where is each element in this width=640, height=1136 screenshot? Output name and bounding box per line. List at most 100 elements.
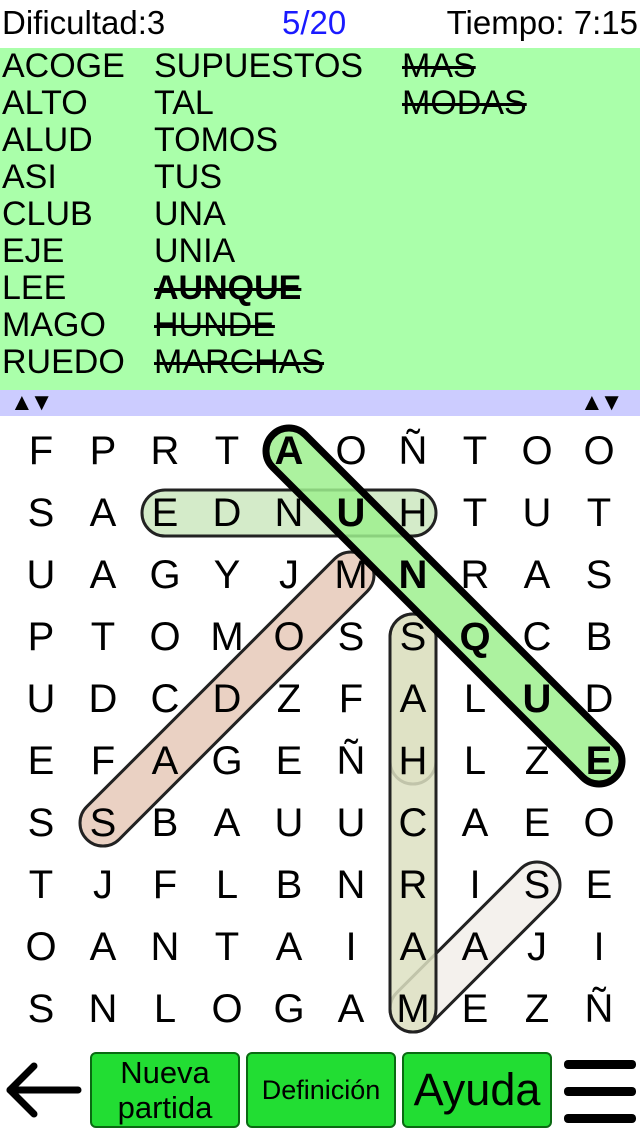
grid-cell[interactable]: N <box>382 544 444 606</box>
help-button[interactable]: Ayuda <box>402 1052 552 1128</box>
grid-cell[interactable]: H <box>382 482 444 544</box>
definition-button[interactable]: Definición <box>246 1052 396 1128</box>
grid-cell[interactable]: F <box>134 854 196 916</box>
grid-cell[interactable]: B <box>134 792 196 854</box>
grid-cell[interactable]: A <box>258 420 320 482</box>
grid-cell[interactable]: T <box>72 606 134 668</box>
grid-cell[interactable]: E <box>506 792 568 854</box>
grid-cell[interactable]: D <box>196 668 258 730</box>
grid-cell[interactable]: R <box>382 854 444 916</box>
grid-cell[interactable]: A <box>196 792 258 854</box>
grid-cell[interactable]: A <box>320 978 382 1040</box>
grid-cell[interactable]: N <box>72 978 134 1040</box>
grid-cell[interactable]: Z <box>506 730 568 792</box>
grid-cell[interactable]: C <box>382 792 444 854</box>
grid-cell[interactable]: Ñ <box>568 978 630 1040</box>
hamburger-menu-icon[interactable] <box>562 1054 638 1130</box>
new-game-button[interactable]: Nueva partida <box>90 1052 240 1128</box>
grid-cell[interactable]: E <box>258 730 320 792</box>
grid-cell[interactable]: E <box>568 730 630 792</box>
grid-cell[interactable]: L <box>134 978 196 1040</box>
grid-cell[interactable]: A <box>72 482 134 544</box>
grid-cell[interactable]: O <box>320 420 382 482</box>
grid-cell[interactable]: L <box>196 854 258 916</box>
grid-cell[interactable]: O <box>134 606 196 668</box>
grid-cell[interactable]: U <box>506 482 568 544</box>
grid-cell[interactable]: U <box>506 668 568 730</box>
grid-cell[interactable]: S <box>382 606 444 668</box>
grid-cell[interactable]: N <box>320 854 382 916</box>
grid-cell[interactable]: E <box>568 854 630 916</box>
grid-cell[interactable]: E <box>444 978 506 1040</box>
grid-cell[interactable]: P <box>72 420 134 482</box>
grid-cell[interactable]: C <box>506 606 568 668</box>
grid-cell[interactable]: I <box>320 916 382 978</box>
grid-cell[interactable]: E <box>134 482 196 544</box>
grid-cell[interactable]: A <box>72 544 134 606</box>
letter-grid[interactable]: FPRTAOÑTOOSAEDNUHTUTUAGYJMNRASPTOMOSSQCB… <box>0 416 640 1046</box>
grid-cell[interactable]: U <box>10 544 72 606</box>
grid-cell[interactable]: U <box>258 792 320 854</box>
grid-cell[interactable]: A <box>134 730 196 792</box>
grid-cell[interactable]: G <box>258 978 320 1040</box>
grid-cell[interactable]: D <box>196 482 258 544</box>
word-list-scrollbar[interactable]: ▲▼ ▲▼ <box>0 390 640 416</box>
grid-cell[interactable]: L <box>444 668 506 730</box>
grid-cell[interactable]: O <box>568 792 630 854</box>
grid-cell[interactable]: T <box>196 916 258 978</box>
grid-cell[interactable]: U <box>320 792 382 854</box>
grid-cell[interactable]: F <box>72 730 134 792</box>
grid-cell[interactable]: E <box>10 730 72 792</box>
grid-cell[interactable]: J <box>72 854 134 916</box>
grid-cell[interactable]: A <box>382 668 444 730</box>
grid-cell[interactable]: O <box>196 978 258 1040</box>
grid-cell[interactable]: B <box>258 854 320 916</box>
grid-cell[interactable]: Q <box>444 606 506 668</box>
grid-cell[interactable]: S <box>320 606 382 668</box>
grid-cell[interactable]: T <box>568 482 630 544</box>
grid-cell[interactable]: A <box>506 544 568 606</box>
grid-cell[interactable]: T <box>444 482 506 544</box>
grid-cell[interactable]: A <box>258 916 320 978</box>
grid-cell[interactable]: A <box>72 916 134 978</box>
grid-cell[interactable]: A <box>382 916 444 978</box>
grid-cell[interactable]: P <box>10 606 72 668</box>
grid-cell[interactable]: S <box>568 544 630 606</box>
grid-cell[interactable]: O <box>258 606 320 668</box>
grid-cell[interactable]: S <box>10 482 72 544</box>
grid-cell[interactable]: S <box>72 792 134 854</box>
word-list-panel[interactable]: ACOGE ALTO ALUD ASI CLUB EJE LEE MAGO RUEDO SUPU… <box>0 48 640 390</box>
grid-cell[interactable]: S <box>506 854 568 916</box>
grid-cell[interactable]: S <box>10 978 72 1040</box>
scroll-arrows-left-icon[interactable]: ▲▼ <box>10 390 53 416</box>
arrow-left-icon[interactable] <box>2 1060 82 1120</box>
grid-cell[interactable]: F <box>320 668 382 730</box>
grid-cell[interactable]: Ñ <box>382 420 444 482</box>
grid-cell[interactable]: R <box>444 544 506 606</box>
grid-cell[interactable]: N <box>258 482 320 544</box>
grid-cell[interactable]: O <box>568 420 630 482</box>
grid-cell[interactable]: S <box>10 792 72 854</box>
grid-cell[interactable]: M <box>320 544 382 606</box>
grid-cell[interactable]: O <box>10 916 72 978</box>
grid-cell[interactable]: G <box>134 544 196 606</box>
grid-cell[interactable]: T <box>10 854 72 916</box>
grid-cell[interactable]: H <box>382 730 444 792</box>
grid-cell[interactable]: A <box>444 792 506 854</box>
grid-cell[interactable]: I <box>444 854 506 916</box>
grid-cell[interactable]: D <box>568 668 630 730</box>
grid-cell[interactable]: Y <box>196 544 258 606</box>
grid-cell[interactable]: O <box>506 420 568 482</box>
grid-cell[interactable]: B <box>568 606 630 668</box>
grid-cell[interactable]: Z <box>258 668 320 730</box>
grid-cell[interactable]: T <box>196 420 258 482</box>
grid-cell[interactable]: J <box>506 916 568 978</box>
grid-cell[interactable]: C <box>134 668 196 730</box>
grid-cell[interactable]: Z <box>506 978 568 1040</box>
grid-cell[interactable]: I <box>568 916 630 978</box>
grid-cell[interactable]: L <box>444 730 506 792</box>
grid-cell[interactable]: N <box>134 916 196 978</box>
grid-cell[interactable]: M <box>382 978 444 1040</box>
grid-cell[interactable]: M <box>196 606 258 668</box>
grid-cell[interactable]: U <box>320 482 382 544</box>
